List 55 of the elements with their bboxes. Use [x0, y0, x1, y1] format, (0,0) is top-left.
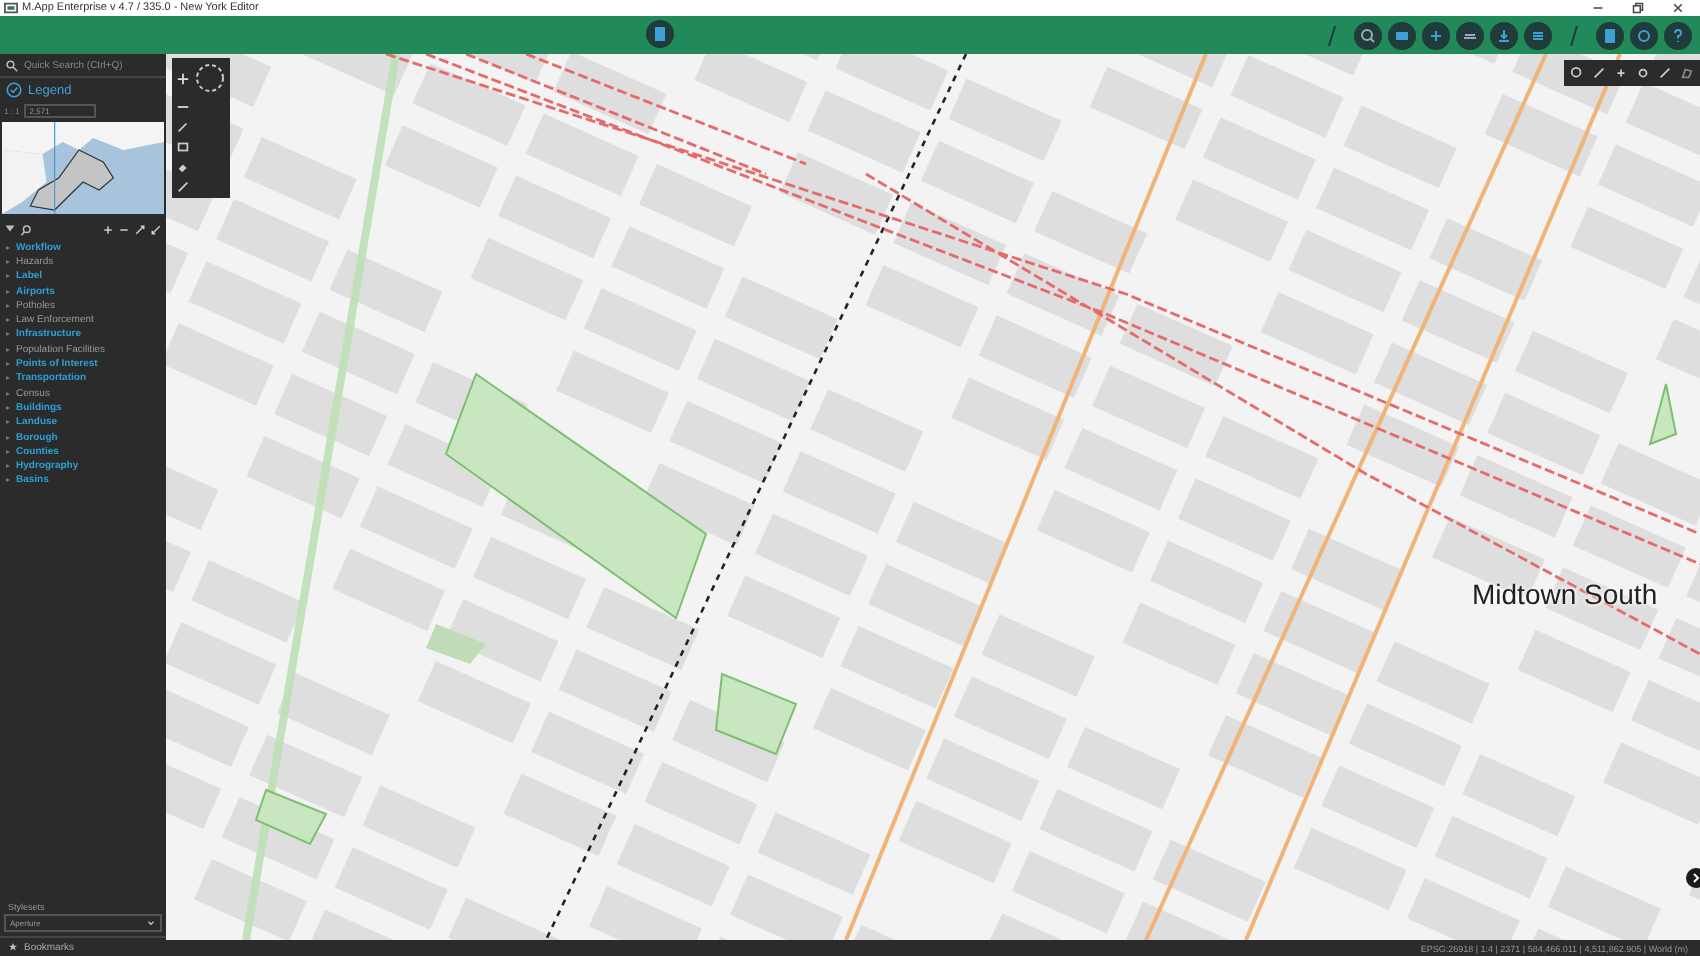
star-icon [8, 942, 18, 952]
separator-icon [1570, 21, 1578, 49]
help-icon[interactable] [1664, 21, 1692, 49]
zoom-extent-icon[interactable] [1354, 21, 1382, 49]
pan-control-icon[interactable] [194, 62, 226, 94]
app-icon [4, 2, 18, 14]
download-icon[interactable] [1490, 21, 1518, 49]
plus-icon[interactable] [1422, 21, 1450, 49]
expand-arrow-icon[interactable] [6, 259, 10, 264]
legend-icon [6, 82, 22, 98]
list-icon[interactable] [1524, 21, 1552, 49]
book-icon[interactable] [646, 20, 674, 48]
line-icon[interactable] [1658, 66, 1672, 80]
expand-arrow-icon[interactable] [6, 420, 10, 425]
expand-arrow-icon[interactable] [6, 347, 10, 352]
expand-arrow-icon[interactable] [6, 332, 10, 337]
search-icon [6, 59, 18, 71]
restore-icon[interactable] [1632, 2, 1644, 14]
zoom-out-icon[interactable] [176, 100, 190, 114]
expand-arrow-icon[interactable] [6, 449, 10, 454]
separator-icon [1328, 21, 1336, 49]
line-icon[interactable] [1592, 66, 1606, 80]
filter-icon[interactable] [4, 223, 16, 235]
pencil-icon[interactable] [176, 120, 190, 134]
expand-arrow-icon[interactable] [6, 289, 10, 294]
minus-icon[interactable] [118, 223, 130, 235]
expand-arrow-icon[interactable] [6, 274, 10, 279]
expand-arrow-icon[interactable] [6, 318, 10, 323]
search-icon[interactable] [20, 223, 32, 235]
polygon-icon[interactable] [1680, 66, 1694, 80]
measure-icon[interactable] [176, 180, 190, 194]
expand-arrow-icon[interactable] [6, 245, 10, 250]
expand-arrow-icon[interactable] [6, 376, 10, 381]
expand-arrow-icon[interactable] [6, 303, 10, 308]
minimize-icon[interactable] [1592, 2, 1604, 14]
point-icon[interactable] [1614, 66, 1628, 80]
layers-icon[interactable] [1456, 21, 1484, 49]
expand-arrow-icon[interactable] [6, 405, 10, 410]
neighborhood-label: Midtown South [1472, 578, 1658, 610]
book-icon[interactable] [1596, 21, 1624, 49]
expand-arrow-icon[interactable] [6, 464, 10, 469]
expand-arrow-icon[interactable] [6, 391, 10, 396]
expand-arrow-icon[interactable] [6, 435, 10, 439]
collapse-icon[interactable] [150, 223, 162, 235]
expand-arrow-icon[interactable] [6, 478, 10, 483]
circle-icon[interactable] [1636, 66, 1650, 80]
panel-toggle-icon[interactable] [1686, 868, 1700, 888]
close-icon[interactable] [1672, 2, 1684, 14]
expand-icon[interactable] [134, 223, 146, 235]
overview-map-drawing[interactable] [2, 122, 164, 214]
zoom-in-icon[interactable] [176, 71, 190, 85]
expand-arrow-icon[interactable] [6, 362, 10, 367]
caret-icon [146, 918, 156, 928]
rectangle-icon[interactable] [176, 140, 190, 154]
plus-icon[interactable] [102, 223, 114, 235]
